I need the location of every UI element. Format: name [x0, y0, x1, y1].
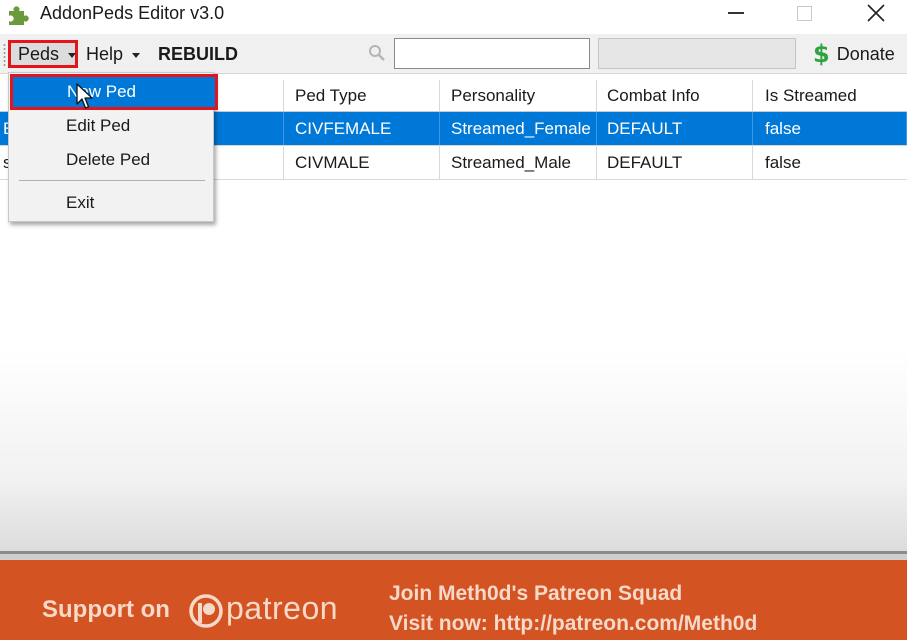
- join-text: Join Meth0d's Patreon Squad: [389, 582, 683, 605]
- puzzle-icon: [9, 6, 29, 25]
- empty-grid-area: [0, 182, 907, 552]
- menu-item-delete-ped[interactable]: Delete Ped: [11, 144, 211, 176]
- column-header-ped-type[interactable]: Ped Type: [284, 80, 440, 111]
- cell-personality: Streamed_Male: [440, 146, 597, 179]
- toolbar-grip[interactable]: [3, 43, 6, 67]
- patreon-wordmark: patreon: [226, 590, 339, 626]
- minimize-icon: [728, 12, 744, 14]
- cell-combat-info: DEFAULT: [597, 146, 753, 179]
- chevron-down-icon: [132, 52, 141, 58]
- cell-personality: Streamed_Female: [440, 112, 597, 145]
- cell-ped-type: CIVFEMALE: [284, 112, 440, 145]
- filter-field[interactable]: [598, 38, 796, 69]
- cursor-icon: [76, 83, 93, 109]
- column-header-is-streamed[interactable]: Is Streamed: [753, 80, 907, 111]
- title-bar: AddonPeds Editor v3.0: [0, 0, 907, 34]
- minimize-button[interactable]: [712, 0, 760, 26]
- column-header-combat-info[interactable]: Combat Info: [597, 80, 753, 111]
- support-text: Support on: [42, 596, 170, 623]
- rebuild-button[interactable]: REBUILD: [158, 40, 238, 68]
- donate-label: Donate: [836, 43, 895, 64]
- visit-link[interactable]: Visit now: http://patreon.com/Meth0d: [389, 612, 757, 636]
- cell-combat-info: DEFAULT: [597, 112, 753, 145]
- menu-item-exit[interactable]: Exit: [11, 187, 211, 219]
- search-input[interactable]: [394, 38, 590, 69]
- donate-button[interactable]: $ Donate: [813, 40, 895, 68]
- maximize-button[interactable]: [780, 0, 828, 26]
- menu-separator: [19, 180, 205, 181]
- window-title: AddonPeds Editor v3.0: [40, 3, 225, 23]
- toolbar: Peds Help REBUILD $ Donate: [0, 34, 907, 74]
- peds-dropdown-menu: New Ped Edit Ped Delete Ped Exit: [8, 72, 218, 222]
- cell-is-streamed: false: [753, 112, 907, 145]
- patreon-logo-icon: [189, 594, 223, 628]
- help-menu-button[interactable]: Help: [86, 40, 141, 68]
- maximize-icon: [796, 5, 812, 21]
- close-icon: [867, 4, 885, 22]
- peds-menu-label: Peds: [18, 43, 60, 64]
- patreon-banner[interactable]: Support on patreon Join Meth0d's Patreon…: [0, 560, 907, 640]
- search-icon: [369, 45, 385, 61]
- menu-item-edit-ped[interactable]: Edit Ped: [11, 110, 211, 142]
- column-header-personality[interactable]: Personality: [440, 80, 597, 111]
- chevron-down-icon: [68, 52, 77, 58]
- dollar-icon: $: [813, 40, 830, 68]
- cell-ped-type: CIVMALE: [284, 146, 440, 179]
- help-menu-label: Help: [86, 43, 124, 64]
- cell-is-streamed: false: [765, 152, 801, 172]
- app-window: AddonPeds Editor v3.0 Peds Help REBUILD: [0, 0, 907, 640]
- menu-item-new-ped[interactable]: New Ped: [10, 74, 218, 110]
- close-button[interactable]: [852, 0, 900, 26]
- peds-menu-button[interactable]: Peds: [8, 40, 78, 68]
